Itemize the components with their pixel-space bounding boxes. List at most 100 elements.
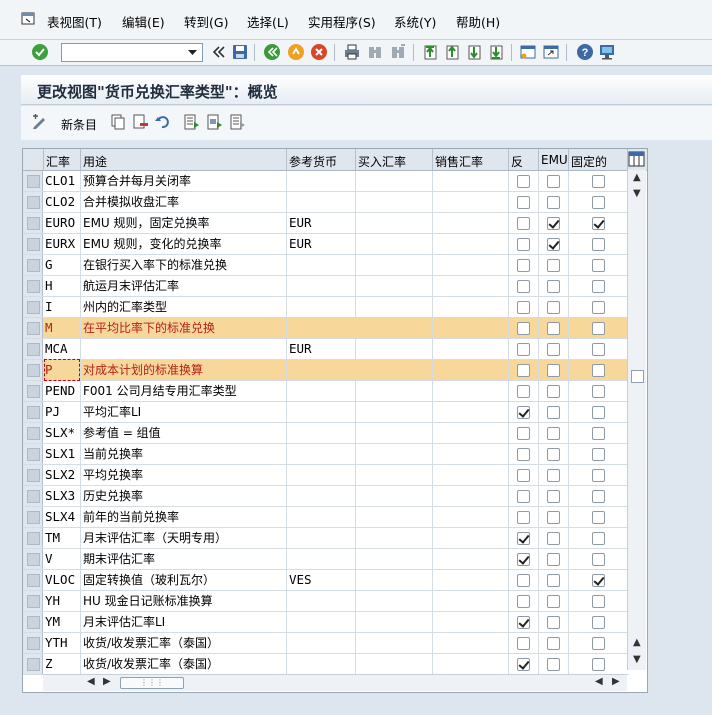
checkbox-fixed[interactable] bbox=[592, 259, 605, 272]
cell-sell-rate[interactable] bbox=[435, 528, 507, 548]
scroll-up-arrow-icon[interactable]: ▲ bbox=[633, 172, 641, 183]
cell-sell-rate[interactable] bbox=[435, 171, 507, 191]
cell-usage[interactable]: 当前兑换率 bbox=[83, 444, 285, 464]
checkbox-inverted[interactable] bbox=[517, 217, 530, 230]
cell-buy-rate[interactable] bbox=[358, 633, 430, 653]
cell-buy-rate[interactable] bbox=[358, 654, 430, 674]
checkbox-fixed[interactable] bbox=[592, 637, 605, 650]
cell-sell-rate[interactable] bbox=[435, 318, 507, 338]
print-icon[interactable] bbox=[343, 43, 361, 61]
checkbox-emu[interactable] bbox=[547, 343, 560, 356]
checkbox-fixed[interactable] bbox=[592, 364, 605, 377]
table-row[interactable]: SLX* 参考值 = 组值 bbox=[23, 423, 629, 444]
checkbox-inverted[interactable] bbox=[517, 616, 530, 629]
cell-buy-rate[interactable] bbox=[358, 276, 430, 296]
cell-buy-rate[interactable] bbox=[358, 171, 430, 191]
menu-item-table-view[interactable]: 表视图(T) bbox=[47, 12, 102, 31]
checkbox-emu[interactable] bbox=[547, 595, 560, 608]
row-selector[interactable] bbox=[23, 171, 43, 191]
cell-sell-rate[interactable] bbox=[435, 570, 507, 590]
checkbox-inverted[interactable] bbox=[517, 385, 530, 398]
column-header-buy-rate[interactable]: 买入汇率 bbox=[358, 153, 406, 170]
checkbox-fixed[interactable] bbox=[592, 385, 605, 398]
cell-sell-rate[interactable] bbox=[435, 297, 507, 317]
row-selector[interactable] bbox=[23, 549, 43, 569]
cell-ref-currency[interactable] bbox=[289, 423, 353, 443]
menu-item-system[interactable]: 系统(Y) bbox=[394, 12, 436, 31]
row-selector[interactable] bbox=[23, 486, 43, 506]
checkbox-inverted[interactable] bbox=[517, 532, 530, 545]
cell-ref-currency[interactable]: EUR bbox=[289, 234, 353, 254]
cell-ref-currency[interactable] bbox=[289, 171, 353, 191]
checkbox-fixed[interactable] bbox=[592, 280, 605, 293]
cell-buy-rate[interactable] bbox=[358, 297, 430, 317]
row-selector[interactable] bbox=[23, 213, 43, 233]
last-page-icon[interactable] bbox=[487, 43, 505, 61]
column-header-ref-currency[interactable]: 参考货币 bbox=[289, 153, 337, 170]
checkbox-inverted[interactable] bbox=[517, 448, 530, 461]
checkbox-emu[interactable] bbox=[547, 196, 560, 209]
cell-sell-rate[interactable] bbox=[435, 213, 507, 233]
cell-buy-rate[interactable] bbox=[358, 444, 430, 464]
horizontal-scroll-thumb[interactable]: ⋮⋮⋮ bbox=[120, 677, 184, 689]
menu-item-help[interactable]: 帮助(H) bbox=[456, 12, 500, 31]
cell-buy-rate[interactable] bbox=[358, 423, 430, 443]
checkbox-inverted[interactable] bbox=[517, 364, 530, 377]
cell-rate-type[interactable]: EURO bbox=[45, 213, 79, 233]
cell-usage[interactable]: 收货/收发票汇率（泰国） bbox=[83, 633, 285, 653]
cell-rate-type[interactable]: H bbox=[45, 276, 79, 296]
cell-rate-type[interactable]: PEND bbox=[45, 381, 79, 401]
cell-rate-type[interactable]: EURX bbox=[45, 234, 79, 254]
cell-sell-rate[interactable] bbox=[435, 234, 507, 254]
vertical-scroll-thumb[interactable] bbox=[631, 370, 644, 383]
checkbox-emu[interactable] bbox=[547, 259, 560, 272]
row-selector[interactable] bbox=[23, 234, 43, 254]
cell-rate-type[interactable]: YH bbox=[45, 591, 79, 611]
cell-buy-rate[interactable] bbox=[358, 213, 430, 233]
cell-ref-currency[interactable] bbox=[289, 654, 353, 674]
exit-icon[interactable] bbox=[287, 43, 305, 61]
cell-sell-rate[interactable] bbox=[435, 360, 507, 380]
cell-buy-rate[interactable] bbox=[358, 549, 430, 569]
create-session-icon[interactable] bbox=[519, 43, 537, 61]
table-row[interactable]: SLX1 当前兑换率 bbox=[23, 444, 629, 465]
checkbox-inverted[interactable] bbox=[517, 301, 530, 314]
checkbox-fixed[interactable] bbox=[592, 217, 605, 230]
cell-usage[interactable]: 月末评估汇率LI bbox=[83, 612, 285, 632]
cell-sell-rate[interactable] bbox=[435, 612, 507, 632]
cell-sell-rate[interactable] bbox=[435, 276, 507, 296]
cell-rate-type[interactable]: SLX1 bbox=[45, 444, 79, 464]
delete-icon[interactable] bbox=[131, 113, 149, 131]
checkbox-inverted[interactable] bbox=[517, 427, 530, 440]
cell-usage[interactable]: 在平均比率下的标准兑换 bbox=[83, 318, 285, 338]
cell-ref-currency[interactable]: EUR bbox=[289, 213, 353, 233]
checkbox-fixed[interactable] bbox=[592, 301, 605, 314]
table-row[interactable]: V 期末评估汇率 bbox=[23, 549, 629, 570]
checkbox-fixed[interactable] bbox=[592, 469, 605, 482]
cell-rate-type[interactable]: M bbox=[45, 318, 79, 338]
cell-buy-rate[interactable] bbox=[358, 339, 430, 359]
cell-ref-currency[interactable] bbox=[289, 528, 353, 548]
row-selector[interactable] bbox=[23, 339, 43, 359]
cell-sell-rate[interactable] bbox=[435, 549, 507, 569]
table-row[interactable]: YH HU 现金日记账标准换算 bbox=[23, 591, 629, 612]
cell-rate-type[interactable]: SLX2 bbox=[45, 465, 79, 485]
cell-rate-type[interactable]: VLOC bbox=[45, 570, 79, 590]
cell-ref-currency[interactable] bbox=[289, 381, 353, 401]
checkbox-emu[interactable] bbox=[547, 448, 560, 461]
cell-rate-type[interactable]: Z bbox=[45, 654, 79, 674]
checkbox-fixed[interactable] bbox=[592, 343, 605, 356]
cell-buy-rate[interactable] bbox=[358, 402, 430, 422]
cell-ref-currency[interactable] bbox=[289, 633, 353, 653]
dropdown-arrow-icon[interactable] bbox=[187, 47, 198, 58]
checkbox-emu[interactable] bbox=[547, 322, 560, 335]
help-icon[interactable]: ? bbox=[576, 43, 594, 61]
row-selector[interactable] bbox=[23, 402, 43, 422]
checkbox-inverted[interactable] bbox=[517, 322, 530, 335]
checkbox-emu[interactable] bbox=[547, 469, 560, 482]
checkbox-emu[interactable] bbox=[547, 637, 560, 650]
cell-buy-rate[interactable] bbox=[358, 591, 430, 611]
row-selector[interactable] bbox=[23, 297, 43, 317]
column-header-sell-rate[interactable]: 销售汇率 bbox=[435, 153, 483, 170]
cell-sell-rate[interactable] bbox=[435, 591, 507, 611]
